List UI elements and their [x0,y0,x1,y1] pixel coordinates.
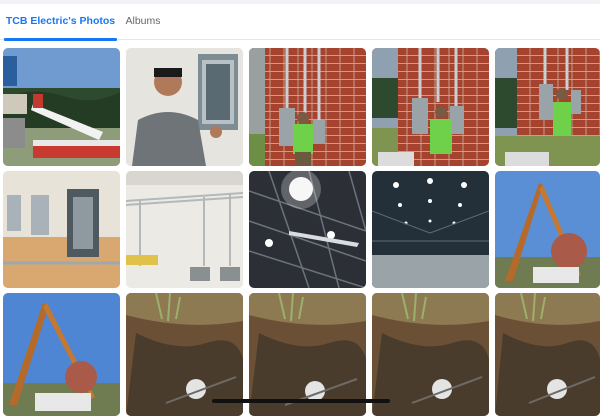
photo-tabs: TCB Electric's Photos Albums [0,4,600,41]
photo-thumbnail[interactable] [495,293,600,416]
tab-photos[interactable]: TCB Electric's Photos [4,4,117,40]
photo-thumbnail[interactable] [372,171,489,288]
photo-thumbnail[interactable] [495,171,600,288]
tab-albums[interactable]: Albums [118,4,168,40]
photo-thumbnail[interactable] [3,171,120,288]
photo-thumbnail[interactable] [126,293,243,416]
active-tab-indicator [4,38,117,41]
photo-thumbnail[interactable] [3,48,120,166]
photo-thumbnail[interactable] [3,293,120,416]
photo-thumbnail[interactable] [249,293,366,416]
photo-thumbnail[interactable] [126,171,243,288]
photo-thumbnail[interactable] [126,48,243,166]
photo-thumbnail[interactable] [372,48,489,166]
photo-grid [0,48,600,416]
photo-thumbnail[interactable] [372,293,489,416]
home-indicator [212,399,390,403]
photo-thumbnail[interactable] [249,48,366,166]
photo-thumbnail[interactable] [495,48,600,166]
photo-thumbnail[interactable] [249,171,366,288]
